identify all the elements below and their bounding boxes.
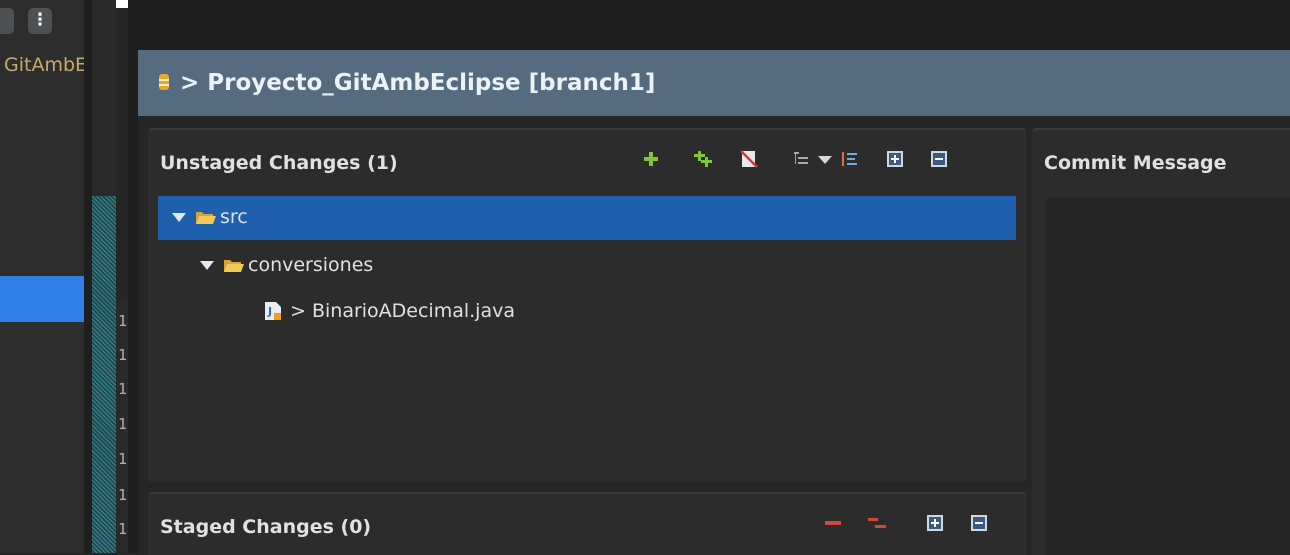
panel-divider[interactable] bbox=[84, 0, 92, 553]
commit-message-section: Commit Message bbox=[1032, 128, 1290, 555]
svg-text:J: J bbox=[267, 305, 272, 318]
side-button[interactable] bbox=[0, 8, 14, 34]
project-label[interactable]: GitAmbEclipse bbox=[4, 54, 84, 76]
tree-node-file[interactable]: J > BinarioADecimal.java bbox=[158, 290, 1016, 334]
line-number: 1 bbox=[118, 450, 128, 468]
staged-changes-section: Staged Changes (0) bbox=[148, 492, 1026, 555]
view-tab-bar bbox=[138, 0, 1290, 50]
add-all-icon[interactable] bbox=[694, 150, 712, 168]
staged-changes-title: Staged Changes (0) bbox=[160, 516, 372, 538]
repository-title: > Proyecto_GitAmbEclipse [branch1] bbox=[180, 70, 656, 96]
expand-all-icon[interactable] bbox=[886, 150, 904, 168]
expand-arrow-icon[interactable] bbox=[172, 213, 186, 222]
line-number: 1 bbox=[118, 486, 128, 504]
unstaged-changes-title: Unstaged Changes (1) bbox=[160, 152, 398, 174]
line-number: 1 bbox=[118, 415, 128, 433]
dropdown-icon[interactable] bbox=[816, 152, 834, 170]
sort-icon[interactable] bbox=[840, 150, 858, 168]
staging-view-header: > Proyecto_GitAmbEclipse [branch1] bbox=[138, 50, 1290, 116]
add-icon[interactable] bbox=[642, 150, 660, 168]
folder-open-icon bbox=[224, 260, 244, 272]
editor-gutter-top bbox=[92, 0, 116, 196]
selected-left-item[interactable] bbox=[0, 276, 84, 322]
line-number: 1 bbox=[118, 520, 128, 538]
tree-presentation-icon[interactable] bbox=[792, 150, 810, 168]
commit-message-title: Commit Message bbox=[1044, 152, 1227, 174]
line-number: 1 bbox=[118, 380, 128, 398]
tree-node-conversiones[interactable]: conversiones bbox=[158, 244, 1016, 288]
line-number: 1 bbox=[118, 312, 128, 330]
left-side-panel: ⋮ GitAmbEclipse bbox=[0, 0, 84, 553]
line-number-ruler: 1 1 1 1 1 1 1 bbox=[116, 300, 128, 553]
expand-arrow-icon[interactable] bbox=[200, 261, 214, 270]
tree-node-label: > BinarioADecimal.java bbox=[290, 300, 515, 322]
commit-message-input[interactable] bbox=[1046, 198, 1290, 555]
collapse-all-icon[interactable] bbox=[930, 150, 948, 168]
tree-node-src[interactable]: src bbox=[158, 196, 1016, 240]
change-ruler bbox=[92, 196, 116, 553]
java-file-icon: J bbox=[265, 302, 281, 320]
remove-all-icon[interactable] bbox=[868, 514, 886, 532]
tree-node-label: src bbox=[220, 206, 248, 228]
folder-open-icon bbox=[196, 212, 216, 224]
repository-icon bbox=[159, 74, 169, 90]
remove-icon[interactable] bbox=[824, 514, 842, 532]
expand-all-icon[interactable] bbox=[926, 514, 944, 532]
line-number: 1 bbox=[118, 346, 128, 364]
view-menu-button[interactable]: ⋮ bbox=[28, 8, 52, 34]
collapse-all-icon[interactable] bbox=[970, 514, 988, 532]
panel-divider[interactable] bbox=[128, 0, 138, 553]
tree-node-label: conversiones bbox=[248, 254, 374, 276]
unstaged-changes-section: Unstaged Changes (1) src conversiones J … bbox=[148, 128, 1026, 482]
ignore-icon[interactable] bbox=[740, 150, 758, 168]
